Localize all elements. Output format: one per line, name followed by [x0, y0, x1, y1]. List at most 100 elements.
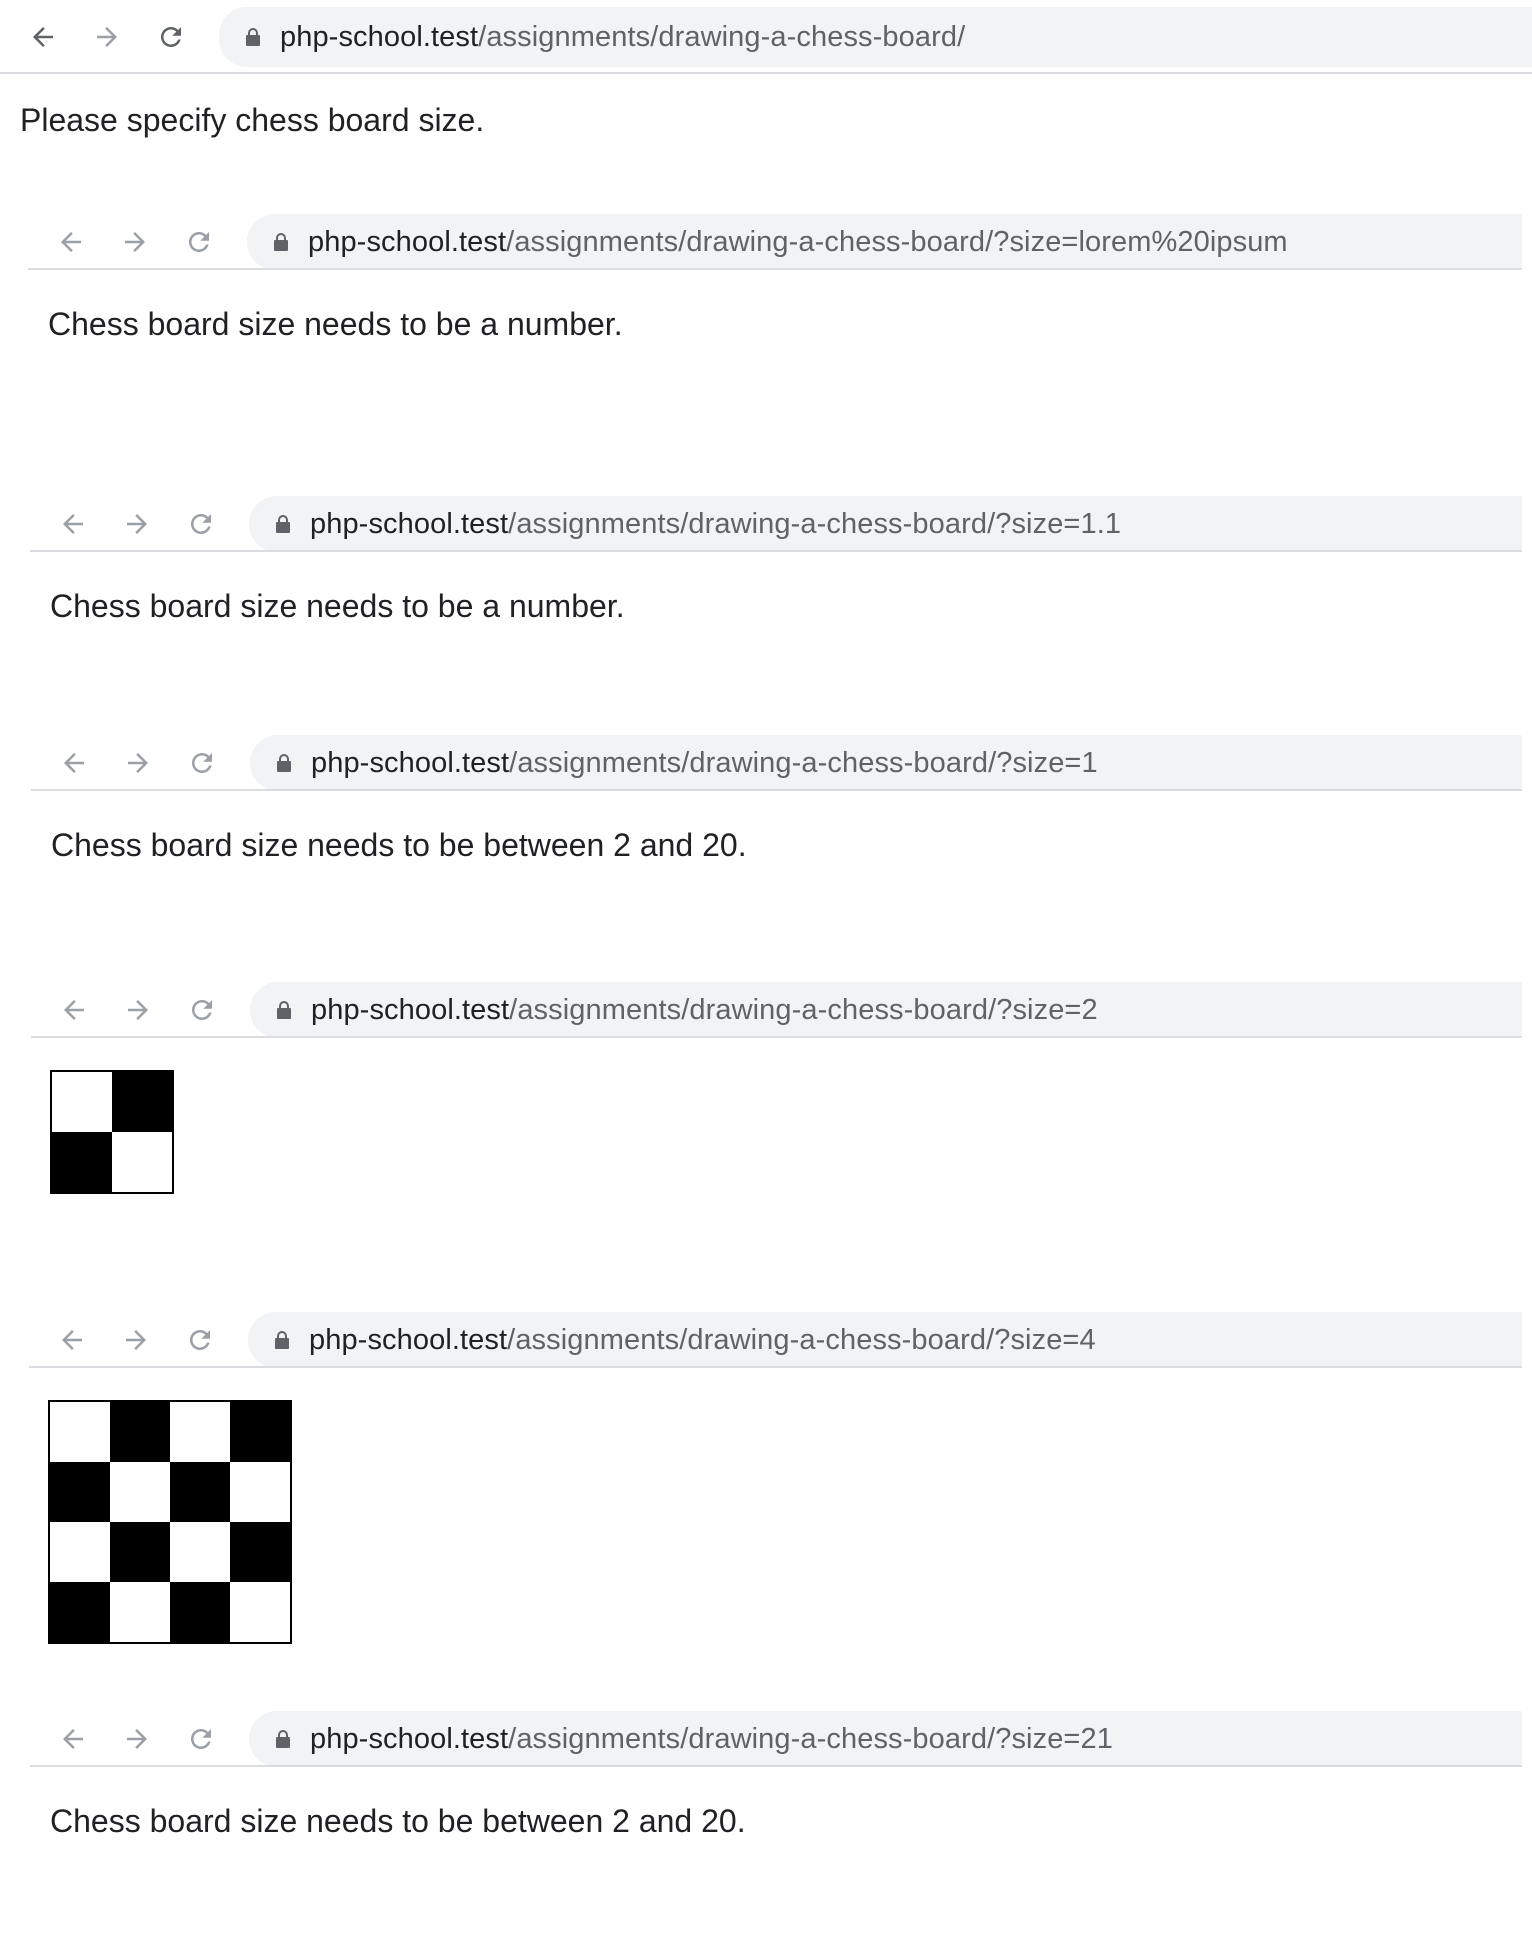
browser-toolbar: php-school.test/assignments/drawing-a-ch… [31, 982, 1522, 1038]
reload-icon [190, 1330, 210, 1350]
back-button[interactable] [55, 226, 87, 258]
dark-square [170, 1582, 230, 1642]
url-path: /assignments/drawing-a-chess-board/?size… [509, 746, 1098, 779]
forward-button[interactable] [122, 994, 154, 1026]
url-host: php-school.test [308, 225, 507, 258]
back-button[interactable] [58, 994, 90, 1026]
reload-button[interactable] [185, 1723, 217, 1755]
browser-panel-0: php-school.test/assignments/drawing-a-ch… [0, 7, 1532, 147]
url-text: php-school.test/assignments/drawing-a-ch… [310, 1723, 1113, 1756]
address-bar[interactable]: php-school.test/assignments/drawing-a-ch… [249, 1711, 1522, 1767]
forward-arrow-icon [127, 1729, 147, 1749]
url-path: /assignments/drawing-a-chess-board/?size… [508, 507, 1122, 540]
reload-button[interactable] [184, 1324, 216, 1356]
toolbar-divider [28, 268, 1522, 270]
forward-button[interactable] [120, 1324, 152, 1356]
back-arrow-icon [61, 232, 81, 252]
page-message: Please specify chess board size. [20, 102, 485, 138]
url-path: /assignments/drawing-a-chess-board/ [478, 20, 966, 53]
forward-arrow-icon [127, 514, 147, 534]
browser-panel-6: php-school.test/assignments/drawing-a-ch… [30, 1711, 1522, 1871]
url-path: /assignments/drawing-a-chess-board/?size… [507, 1323, 1096, 1356]
url-text: php-school.test/assignments/drawing-a-ch… [311, 994, 1098, 1027]
back-button[interactable] [56, 1324, 88, 1356]
address-bar[interactable]: php-school.test/assignments/drawing-a-ch… [249, 496, 1522, 552]
forward-button[interactable] [121, 508, 153, 540]
reload-icon [191, 1729, 211, 1749]
light-square [52, 1072, 112, 1132]
page-message: Chess board size needs to be between 2 a… [50, 1803, 746, 1839]
dark-square [110, 1522, 170, 1582]
back-arrow-icon [63, 514, 83, 534]
light-square [110, 1462, 170, 1522]
forward-arrow-icon [97, 27, 117, 47]
url-text: php-school.test/assignments/drawing-a-ch… [310, 508, 1121, 541]
toolbar-divider [30, 550, 1522, 552]
url-path: /assignments/drawing-a-chess-board/?size… [506, 225, 1288, 258]
dark-square [112, 1072, 172, 1132]
url-host: php-school.test [310, 507, 509, 540]
url-text: php-school.test/assignments/drawing-a-ch… [311, 747, 1098, 780]
address-bar[interactable]: php-school.test/assignments/drawing-a-ch… [219, 7, 1532, 67]
reload-icon [191, 514, 211, 534]
light-square [50, 1402, 110, 1462]
address-bar[interactable]: php-school.test/assignments/drawing-a-ch… [247, 214, 1522, 270]
browser-toolbar: php-school.test/assignments/drawing-a-ch… [29, 1312, 1522, 1368]
url-host: php-school.test [309, 1323, 508, 1356]
lock-icon [274, 233, 288, 251]
browser-toolbar: php-school.test/assignments/drawing-a-ch… [30, 496, 1522, 552]
forward-button[interactable] [121, 1723, 153, 1755]
url-text: php-school.test/assignments/drawing-a-ch… [308, 226, 1288, 259]
page-message: Chess board size needs to be a number. [50, 588, 625, 624]
forward-arrow-icon [128, 753, 148, 773]
url-path: /assignments/drawing-a-chess-board/?size… [508, 1722, 1113, 1755]
light-square [230, 1462, 290, 1522]
light-square [50, 1522, 110, 1582]
back-arrow-icon [33, 27, 53, 47]
browser-toolbar: php-school.test/assignments/drawing-a-ch… [31, 735, 1522, 791]
lock-icon [277, 1001, 291, 1019]
light-square [230, 1582, 290, 1642]
lock-icon [277, 754, 291, 772]
reload-button[interactable] [186, 994, 218, 1026]
url-text: php-school.test/assignments/drawing-a-ch… [280, 21, 965, 54]
address-bar[interactable]: php-school.test/assignments/drawing-a-ch… [250, 982, 1522, 1038]
back-button[interactable] [57, 508, 89, 540]
dark-square [170, 1462, 230, 1522]
address-bar[interactable]: php-school.test/assignments/drawing-a-ch… [248, 1312, 1522, 1368]
dark-square [230, 1402, 290, 1462]
back-arrow-icon [63, 1729, 83, 1749]
forward-button[interactable] [122, 747, 154, 779]
back-arrow-icon [62, 1330, 82, 1350]
back-button[interactable] [27, 21, 59, 53]
dark-square [50, 1582, 110, 1642]
page-message: Chess board size needs to be a number. [48, 306, 623, 342]
browser-toolbar: php-school.test/assignments/drawing-a-ch… [28, 214, 1522, 270]
url-host: php-school.test [311, 993, 510, 1026]
dark-square [230, 1522, 290, 1582]
reload-icon [192, 1000, 212, 1020]
browser-panel-4: php-school.test/assignments/drawing-a-ch… [31, 982, 1522, 1202]
back-arrow-icon [64, 753, 84, 773]
page-message: Chess board size needs to be between 2 a… [51, 827, 747, 863]
reload-button[interactable] [185, 508, 217, 540]
reload-icon [189, 232, 209, 252]
forward-arrow-icon [126, 1330, 146, 1350]
url-text: php-school.test/assignments/drawing-a-ch… [309, 1324, 1096, 1357]
reload-button[interactable] [183, 226, 215, 258]
light-square [112, 1132, 172, 1192]
chess-board [48, 1400, 292, 1644]
address-bar[interactable]: php-school.test/assignments/drawing-a-ch… [250, 735, 1522, 791]
url-host: php-school.test [310, 1722, 509, 1755]
reload-button[interactable] [155, 21, 187, 53]
reload-icon [192, 753, 212, 773]
back-button[interactable] [58, 747, 90, 779]
browser-panel-3: php-school.test/assignments/drawing-a-ch… [31, 735, 1522, 895]
light-square [110, 1582, 170, 1642]
browser-panel-5: php-school.test/assignments/drawing-a-ch… [29, 1312, 1522, 1652]
forward-button[interactable] [119, 226, 151, 258]
reload-button[interactable] [186, 747, 218, 779]
browser-panel-1: php-school.test/assignments/drawing-a-ch… [28, 214, 1522, 374]
forward-button[interactable] [91, 21, 123, 53]
back-button[interactable] [57, 1723, 89, 1755]
